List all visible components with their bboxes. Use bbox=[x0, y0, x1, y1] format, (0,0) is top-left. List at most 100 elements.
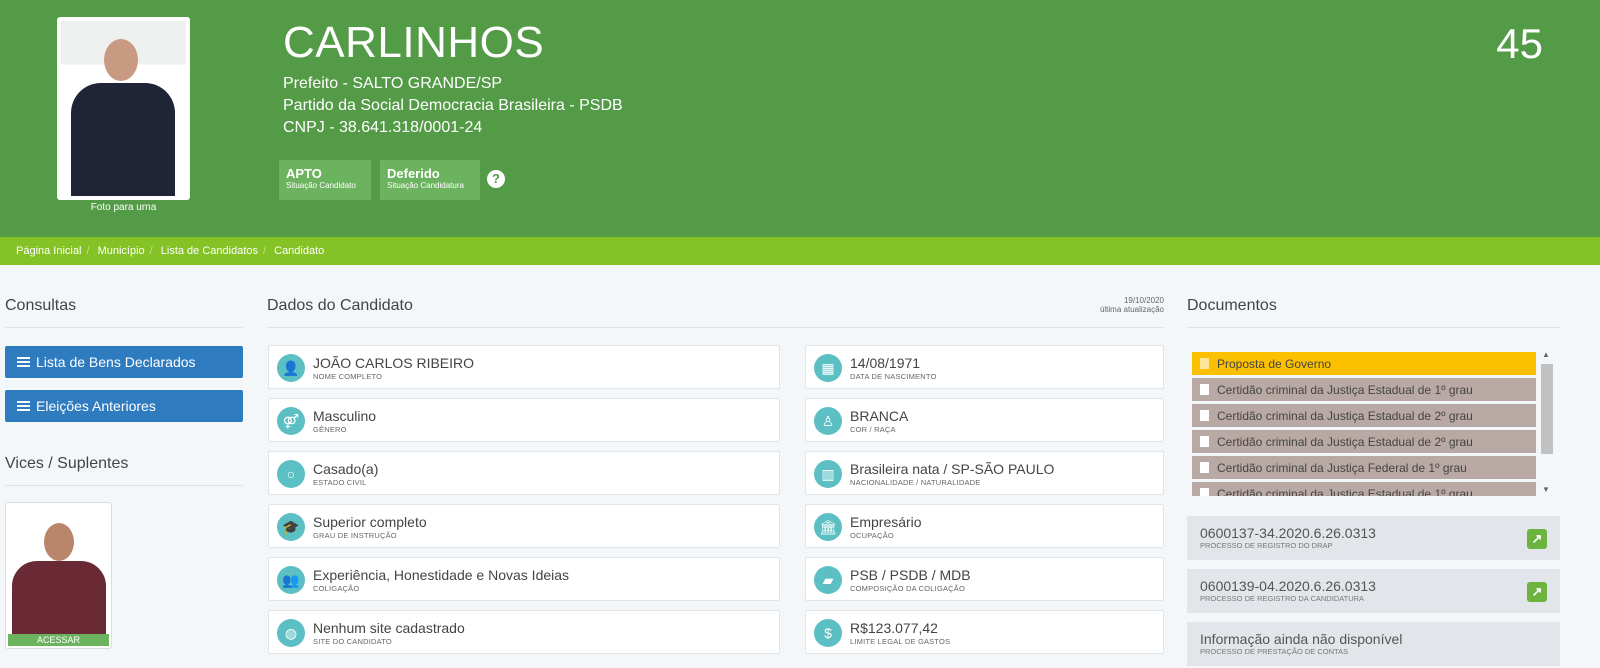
field-label: COLIGAÇÃO bbox=[313, 584, 360, 593]
process-item: 0600137-34.2020.6.26.0313 PROCESSO DE REG… bbox=[1187, 516, 1560, 560]
vice-card[interactable]: ACESSAR bbox=[5, 502, 112, 649]
list-icon bbox=[17, 357, 30, 367]
field-card: ◍ Nenhum site cadastrado SITE DO CANDIDATO bbox=[268, 610, 780, 654]
badge-label: Situação Candidato bbox=[286, 181, 356, 190]
document-label: Certidão criminal da Justiça Federal de … bbox=[1217, 461, 1467, 475]
field-card: 👤 JOÃO CARLOS RIBEIRO NOME COMPLETO bbox=[268, 345, 780, 389]
field-value: Superior completo bbox=[313, 514, 427, 530]
process-label: PROCESSO DE PRESTAÇÃO DE CONTAS bbox=[1200, 647, 1349, 656]
field-label: NOME COMPLETO bbox=[313, 372, 383, 381]
document-item[interactable]: Proposta de Governo bbox=[1192, 352, 1536, 375]
breadcrumb-current: Candidato bbox=[274, 245, 325, 257]
graduation-cap-icon: 🎓 bbox=[277, 513, 305, 541]
documents-list: Proposta de Governo Certidão criminal da … bbox=[1187, 348, 1554, 496]
breadcrumb: Página Inicial / Município / Lista de Cand… bbox=[0, 237, 1600, 265]
field-label: SITE DO CANDIDATO bbox=[313, 637, 392, 646]
field-label: COR / RAÇA bbox=[850, 425, 896, 434]
vices-title: Vices / Suplentes bbox=[5, 455, 243, 486]
candidate-cnpj: CNPJ - 38.641.318/0001-24 bbox=[283, 119, 483, 136]
process-item: 0600139-04.2020.6.26.0313 PROCESSO DE REG… bbox=[1187, 569, 1560, 613]
file-icon bbox=[1200, 436, 1209, 447]
field-value: Masculino bbox=[313, 408, 377, 424]
field-label: GRAU DE INSTRUÇÃO bbox=[313, 531, 397, 540]
field-card: ▦ 14/08/1971 DATA DE NASCIMENTO bbox=[805, 345, 1164, 389]
external-link-icon[interactable]: ↗ bbox=[1527, 529, 1547, 549]
candidate-name: CARLINHOS bbox=[283, 18, 545, 67]
document-label: Certidão criminal da Justiça Estadual de… bbox=[1217, 383, 1473, 397]
calendar-icon: ▦ bbox=[814, 354, 842, 382]
candidate-number: 45 bbox=[1496, 20, 1543, 67]
breadcrumb-candidate-list[interactable]: Lista de Candidatos bbox=[161, 245, 258, 257]
candidate-photo bbox=[57, 17, 190, 200]
file-icon bbox=[1200, 462, 1209, 473]
help-icon[interactable]: ? bbox=[487, 170, 505, 188]
external-link-icon[interactable]: ↗ bbox=[1527, 582, 1547, 602]
vice-access-button[interactable]: ACESSAR bbox=[8, 634, 109, 646]
process-label: PROCESSO DE REGISTRO DA CANDIDATURA bbox=[1200, 594, 1365, 603]
documents-scrollbar[interactable]: ▲ ▼ bbox=[1540, 348, 1554, 496]
file-icon bbox=[1200, 384, 1209, 395]
photo-caption: Foto para urna bbox=[90, 202, 157, 213]
badge-value: Deferido bbox=[387, 166, 440, 181]
document-item[interactable]: Certidão criminal da Justiça Estadual de… bbox=[1192, 404, 1536, 427]
documents-title: Documentos bbox=[1187, 297, 1560, 328]
person-icon: ♙ bbox=[814, 407, 842, 435]
field-value: Casado(a) bbox=[313, 461, 379, 477]
list-icon bbox=[17, 401, 30, 411]
button-label: Eleições Anteriores bbox=[36, 398, 156, 414]
document-item[interactable]: Certidão criminal da Justiça Estadual de… bbox=[1192, 482, 1536, 496]
badge-label: Situação Candidatura bbox=[387, 181, 464, 190]
candidate-header: Foto para urna CARLINHOS Prefeito - SALT… bbox=[0, 0, 1600, 237]
field-label: NACIONALIDADE / NATURALIDADE bbox=[850, 478, 981, 487]
field-card: ⚤ Masculino GÊNERO bbox=[268, 398, 780, 442]
field-value: JOÃO CARLOS RIBEIRO bbox=[313, 355, 475, 371]
document-label: Certidão criminal da Justiça Estadual de… bbox=[1217, 487, 1473, 496]
field-card: 👥 Experiência, Honestidade e Novas Ideias… bbox=[268, 557, 780, 601]
candidate-office: Prefeito - SALTO GRANDE/SP bbox=[283, 75, 503, 92]
field-value: Brasileira nata / SP-SÃO PAULO bbox=[850, 461, 1055, 477]
previous-elections-button[interactable]: Eleições Anteriores bbox=[5, 390, 243, 422]
document-item[interactable]: Certidão criminal da Justiça Estadual de… bbox=[1192, 430, 1536, 453]
field-value: PSB / PSDB / MDB bbox=[850, 567, 971, 583]
process-number: 0600139-04.2020.6.26.0313 bbox=[1200, 578, 1376, 594]
updated-date: 19/10/2020 bbox=[1123, 296, 1164, 305]
field-value: Empresário bbox=[850, 514, 922, 530]
button-label: Lista de Bens Declarados bbox=[36, 354, 196, 370]
process-item: Informação ainda não disponível PROCESSO … bbox=[1187, 622, 1560, 666]
field-card: ▰ PSB / PSDB / MDB COMPOSIÇÃO DA COLIGAÇÃO bbox=[805, 557, 1164, 601]
field-card: ▥ Brasileira nata / SP-SÃO PAULO NACIONALI… bbox=[805, 451, 1164, 495]
document-item[interactable]: Certidão criminal da Justiça Federal de … bbox=[1192, 456, 1536, 479]
ring-icon: ○ bbox=[277, 460, 305, 488]
field-card: 🏛 Empresário OCUPAÇÃO bbox=[805, 504, 1164, 548]
field-value: BRANCA bbox=[850, 408, 909, 424]
group-icon: 👥 bbox=[277, 566, 305, 594]
consultas-title: Consultas bbox=[5, 297, 243, 328]
file-icon bbox=[1200, 410, 1209, 421]
field-value: Nenhum site cadastrado bbox=[313, 620, 465, 636]
process-number: 0600137-34.2020.6.26.0313 bbox=[1200, 525, 1376, 541]
field-value: Experiência, Honestidade e Novas Ideias bbox=[313, 567, 570, 583]
field-card: ♙ BRANCA COR / RAÇA bbox=[805, 398, 1164, 442]
folder-icon: ▰ bbox=[814, 566, 842, 594]
file-icon bbox=[1200, 488, 1209, 496]
field-label: LIMITE LEGAL DE GASTOS bbox=[850, 637, 951, 646]
field-label: DATA DE NASCIMENTO bbox=[850, 372, 937, 381]
field-card: ○ Casado(a) ESTADO CIVIL bbox=[268, 451, 780, 495]
declared-assets-button[interactable]: Lista de Bens Declarados bbox=[5, 346, 243, 378]
dollar-icon: $ bbox=[814, 619, 842, 647]
map-icon: ▥ bbox=[814, 460, 842, 488]
process-label: PROCESSO DE REGISTRO DO DRAP bbox=[1200, 541, 1333, 550]
user-icon: 👤 bbox=[277, 354, 305, 382]
badge-value: APTO bbox=[286, 166, 322, 181]
bank-icon: 🏛 bbox=[814, 513, 842, 541]
document-label: Certidão criminal da Justiça Estadual de… bbox=[1217, 435, 1473, 449]
document-item[interactable]: Certidão criminal da Justiça Estadual de… bbox=[1192, 378, 1536, 401]
field-card: 🎓 Superior completo GRAU DE INSTRUÇÃO bbox=[268, 504, 780, 548]
globe-icon: ◍ bbox=[277, 619, 305, 647]
status-badge-candidacy: Deferido Situação Candidatura bbox=[380, 160, 480, 200]
candidate-party: Partido da Social Democracia Brasileira … bbox=[283, 97, 623, 114]
process-number: Informação ainda não disponível bbox=[1200, 631, 1403, 647]
breadcrumb-home[interactable]: Página Inicial bbox=[16, 245, 81, 257]
breadcrumb-municipio[interactable]: Município bbox=[98, 245, 145, 257]
field-value: 14/08/1971 bbox=[850, 355, 921, 371]
